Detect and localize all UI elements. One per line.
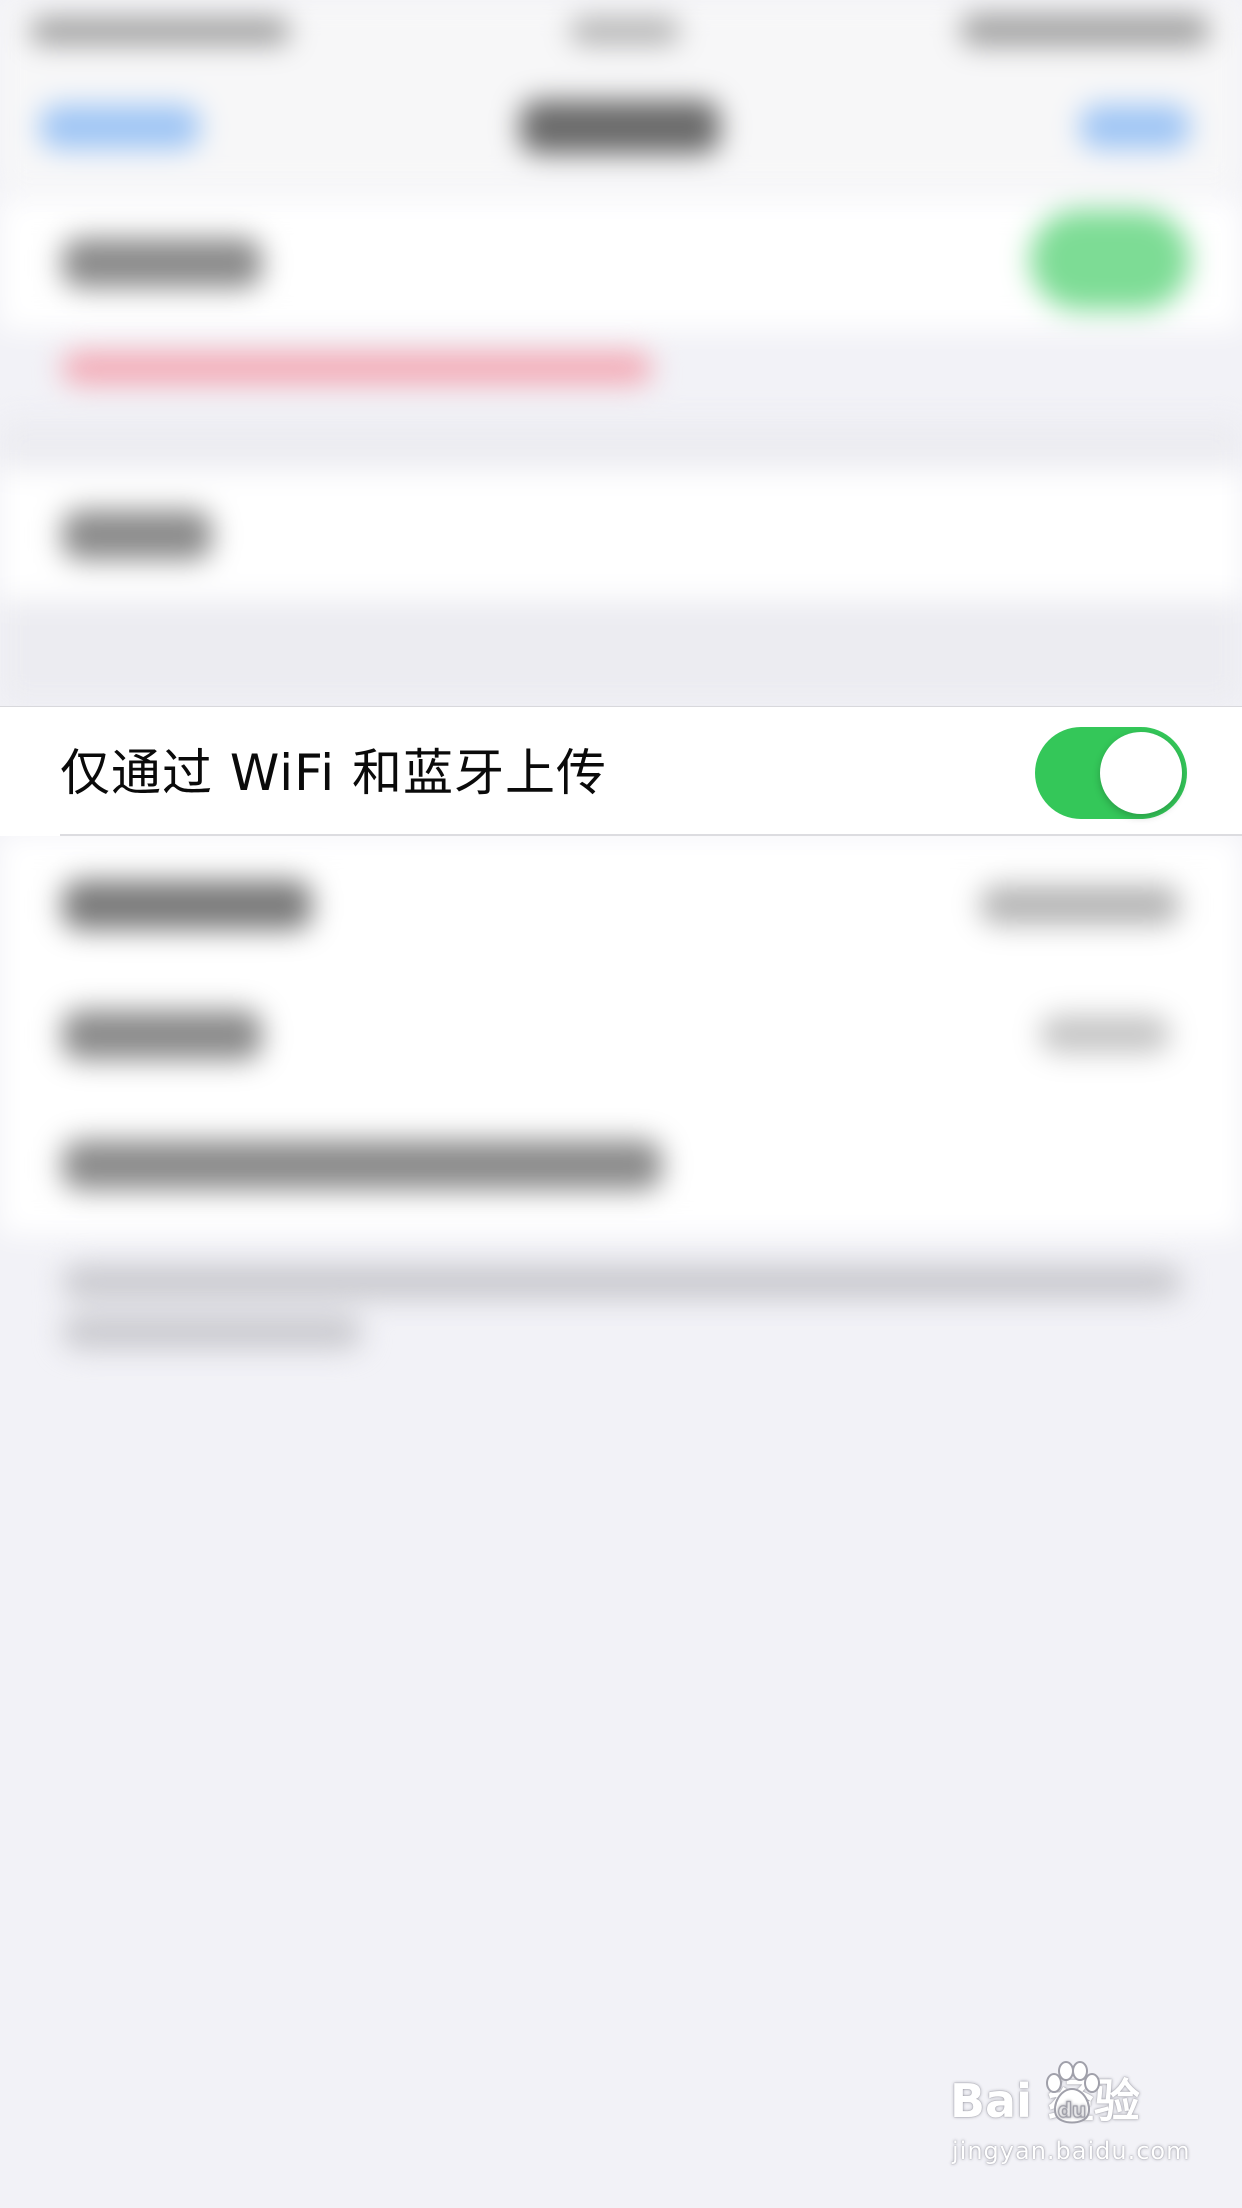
svg-text:du: du: [1058, 2098, 1087, 2122]
toggle-knob: [1100, 732, 1182, 814]
settings-cell-label-blurred: [62, 238, 262, 288]
settings-cell-label-blurred: [62, 1010, 262, 1060]
settings-cell-label-blurred: [62, 1140, 662, 1190]
status-bar-right-blurred: [960, 14, 1210, 46]
nav-action-button-blurred[interactable]: [1080, 105, 1190, 149]
settings-cell-label-blurred: [62, 510, 212, 560]
back-button-blurred[interactable]: [40, 105, 200, 149]
warning-text-blurred: [62, 352, 652, 384]
toggle-blurred[interactable]: [1030, 210, 1190, 310]
status-bar-left-blurred: [30, 18, 290, 44]
settings-cell-value-blurred: [1040, 1015, 1170, 1053]
footer-text-blurred: [62, 1315, 362, 1349]
screen: 仅通过 WiFi 和蓝牙上传 Bai 经验 du jingyan.baidu.c…: [0, 0, 1242, 2208]
section-gap: [0, 600, 1242, 705]
section-gap: [0, 420, 1242, 470]
wifi-bluetooth-upload-toggle[interactable]: [1035, 727, 1187, 819]
baidu-jingyan-watermark: Bai 经验 du jingyan.baidu.com: [950, 2061, 1200, 2185]
watermark-url: jingyan.baidu.com: [952, 2137, 1191, 2165]
row-label: 仅通过 WiFi 和蓝牙上传: [60, 744, 608, 802]
blurred-background: [0, 0, 1242, 2208]
settings-cell-label-blurred: [62, 880, 312, 930]
status-bar-time-blurred: [570, 18, 680, 44]
footer-text-blurred: [62, 1265, 1182, 1299]
settings-row-wifi-bluetooth-upload[interactable]: 仅通过 WiFi 和蓝牙上传: [0, 706, 1242, 836]
settings-cell-value-blurred: [980, 885, 1180, 925]
nav-title-blurred: [520, 100, 720, 154]
paw-icon: du: [1046, 2061, 1100, 2124]
row-separator: [60, 834, 1242, 836]
